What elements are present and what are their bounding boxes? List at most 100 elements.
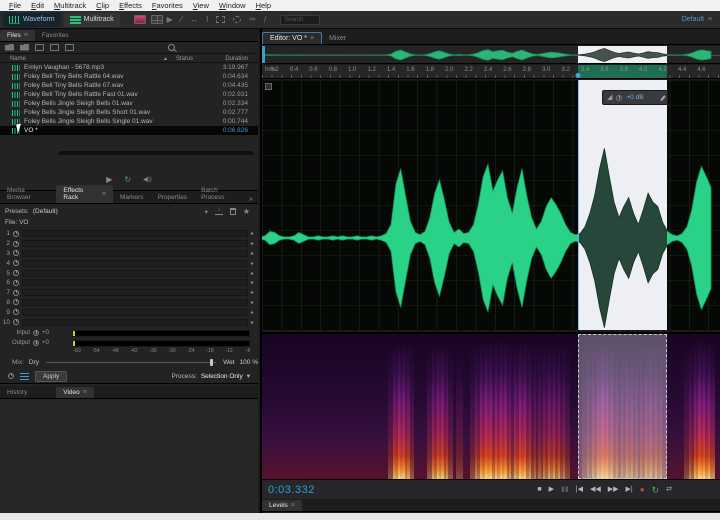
file-name[interactable]: VO * xyxy=(24,127,38,134)
slot-chevron-icon[interactable]: ▸ xyxy=(251,270,254,277)
overview-selection[interactable] xyxy=(578,46,667,63)
effect-slot-1[interactable]: 1▸ xyxy=(0,229,258,239)
tab-effects-rack[interactable]: Effects Rack≡ xyxy=(56,185,113,203)
stop-button[interactable]: ■ xyxy=(537,485,541,495)
column-duration[interactable]: Duration xyxy=(225,56,248,62)
apply-button[interactable]: Apply xyxy=(35,371,67,382)
slot-power-icon[interactable] xyxy=(13,309,19,315)
spectral-pitch-display-icon[interactable] xyxy=(151,15,163,24)
tab-media-browser[interactable]: Media Browser xyxy=(0,185,56,203)
slot-power-icon[interactable] xyxy=(13,280,19,286)
play-button[interactable]: ▶ xyxy=(549,485,554,495)
tab-properties[interactable]: Properties xyxy=(150,192,194,203)
files-list-header[interactable]: Name ▲ Status Duration xyxy=(0,54,258,63)
file-row[interactable]: Foley Bell Tiny Bells Rattle 07.wav0:04.… xyxy=(0,81,258,90)
menu-view[interactable]: View xyxy=(188,0,214,11)
slip-tool-icon[interactable]: ↔ xyxy=(190,15,198,25)
tab-video[interactable]: Video ≡ xyxy=(56,387,94,398)
spot-healing-tool-icon[interactable]: / xyxy=(264,15,266,25)
column-status[interactable]: Status xyxy=(176,56,193,62)
effect-slot-2[interactable]: 2▸ xyxy=(0,239,258,249)
file-name[interactable]: Foley Bells Jingle Sleigh Bells Short 01… xyxy=(24,109,150,116)
input-gain-knob[interactable] xyxy=(33,330,39,336)
effect-slot-3[interactable]: 3▸ xyxy=(0,249,258,259)
menu-multitrack[interactable]: Multitrack xyxy=(49,0,91,11)
razor-tool-icon[interactable]: ⁄ xyxy=(181,15,182,25)
files-horizontal-scrollbar[interactable] xyxy=(58,151,254,155)
workspace-menu-icon[interactable]: ≡ xyxy=(708,16,712,23)
menu-clip[interactable]: Clip xyxy=(91,0,114,11)
hud-gain-knob[interactable] xyxy=(616,95,622,101)
timeline-ruler[interactable]: hms 0.20.40.60.81.01.21.41.61.82.02.22.4… xyxy=(262,65,720,79)
preview-autoplay-icon[interactable]: ◀)) xyxy=(143,176,152,183)
save-preset-icon[interactable]: ↓ xyxy=(215,208,223,215)
file-name[interactable]: Foley Bells Jingle Sleigh Bells 01.wav xyxy=(24,100,133,107)
slot-power-icon[interactable] xyxy=(13,260,19,266)
menu-window[interactable]: Window xyxy=(214,0,251,11)
panel-menu-icon[interactable]: ≡ xyxy=(83,389,87,396)
slot-power-icon[interactable] xyxy=(13,231,19,237)
playhead-marker[interactable] xyxy=(576,73,581,78)
slot-power-icon[interactable] xyxy=(13,250,19,256)
slot-power-icon[interactable] xyxy=(13,290,19,296)
tab-files[interactable]: Files ≡ xyxy=(0,30,35,41)
open-file-icon[interactable] xyxy=(5,44,14,51)
tab-markers[interactable]: Markers xyxy=(113,192,150,203)
pre-post-toggle-icon[interactable] xyxy=(20,373,29,380)
panel-menu-icon[interactable]: ≡ xyxy=(24,32,28,39)
mix-slider[interactable] xyxy=(46,362,216,363)
overview-navigator[interactable] xyxy=(262,46,720,64)
import-file-icon[interactable] xyxy=(20,44,29,51)
tab-editor[interactable]: Editor: VO * ≡ xyxy=(262,32,322,44)
slot-power-icon[interactable] xyxy=(13,270,19,276)
waveform-selection[interactable] xyxy=(578,80,667,330)
sort-ascending-icon[interactable]: ▲ xyxy=(163,56,168,62)
time-display[interactable]: 0:03.332 xyxy=(268,484,315,496)
go-to-end-button[interactable]: ▶| xyxy=(626,485,633,495)
file-row[interactable]: Foley Bells Jingle Sleigh Bells 01.wav0:… xyxy=(0,99,258,108)
pin-icon[interactable] xyxy=(660,95,665,101)
tab-batch-process[interactable]: Batch Process xyxy=(194,185,249,203)
mix-slider-handle[interactable] xyxy=(210,359,213,366)
effect-slot-6[interactable]: 6▸ xyxy=(0,278,258,288)
favorite-star-icon[interactable]: ★ xyxy=(243,207,250,216)
files-search-icon[interactable] xyxy=(168,44,175,51)
spectrogram-display[interactable] xyxy=(262,332,720,479)
panel-menu-icon[interactable]: ≡ xyxy=(310,35,314,42)
spectrogram-selection[interactable] xyxy=(578,334,667,479)
playhead-line[interactable] xyxy=(578,80,579,330)
search-input[interactable]: Search xyxy=(280,15,320,25)
preset-value[interactable]: (Default) xyxy=(33,208,58,215)
file-name[interactable]: Foley Bell Tiny Bells Rattle 04.wav xyxy=(24,73,123,80)
delete-file-icon[interactable] xyxy=(65,44,74,51)
preset-dropdown-icon[interactable]: ▾ xyxy=(205,208,208,216)
effect-slot-9[interactable]: 9▸ xyxy=(0,307,258,317)
panel-menu-icon[interactable]: ≡ xyxy=(291,502,295,509)
slot-chevron-icon[interactable]: ▸ xyxy=(251,260,254,267)
slot-chevron-icon[interactable]: ▸ xyxy=(251,250,254,257)
record-button[interactable]: ● xyxy=(640,485,645,495)
menu-file[interactable]: File xyxy=(4,0,26,11)
file-name[interactable]: Foley Bell Tiny Bells Rattle Fast 01.wav xyxy=(24,91,138,98)
slot-power-icon[interactable] xyxy=(13,241,19,247)
panel-menu-icon[interactable]: ≡ xyxy=(102,191,106,198)
waveform-display[interactable]: ◢ +0 dB xyxy=(262,80,720,330)
volume-hud[interactable]: ◢ +0 dB xyxy=(602,90,668,105)
move-tool-icon[interactable]: ▶ xyxy=(167,15,173,25)
waveform-view-button[interactable]: Waveform xyxy=(3,13,61,27)
process-value[interactable]: Selection Only xyxy=(201,373,243,380)
paintbrush-tool-icon[interactable]: ✏ xyxy=(249,15,256,25)
menu-help[interactable]: Help xyxy=(251,0,276,11)
tab-history[interactable]: History xyxy=(0,387,34,398)
file-name[interactable]: Emlyn Vaughan - 5678.mp3 xyxy=(24,64,104,71)
slot-power-icon[interactable] xyxy=(13,319,19,325)
slot-power-icon[interactable] xyxy=(13,299,19,305)
slot-chevron-icon[interactable]: ▸ xyxy=(251,289,254,296)
file-row[interactable]: Emlyn Vaughan - 5678.mp33:19.967 xyxy=(0,63,258,72)
marquee-selection-tool-icon[interactable] xyxy=(216,16,225,23)
tab-mixer[interactable]: Mixer xyxy=(322,33,353,44)
insert-into-multitrack-icon[interactable] xyxy=(50,44,59,51)
pause-button[interactable]: ▮▮ xyxy=(561,485,569,495)
tab-overflow-icon[interactable]: » xyxy=(249,196,258,203)
effect-slot-4[interactable]: 4▸ xyxy=(0,258,258,268)
